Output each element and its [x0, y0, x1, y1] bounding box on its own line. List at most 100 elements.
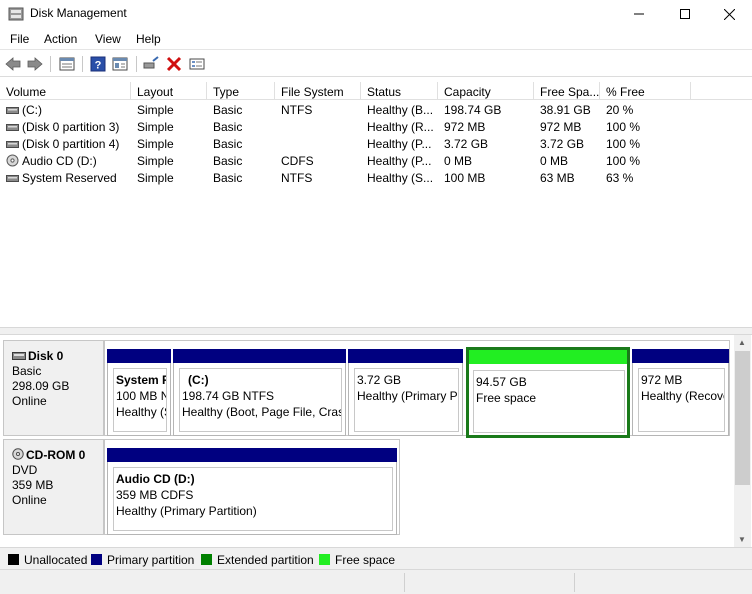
disk-name: CD-ROM 0: [26, 448, 86, 462]
primary-partition-bar: [173, 349, 346, 363]
disk-0-partitions: System R 100 MB N Healthy (S (C:) 198.74…: [104, 340, 730, 438]
table-row[interactable]: System Reserved Simple Basic NTFS Health…: [0, 170, 752, 187]
menu-action[interactable]: Action: [44, 32, 77, 46]
partition-audio-cd[interactable]: Audio CD (D:) 359 MB CDFS Healthy (Prima…: [107, 448, 397, 535]
partition-disk-0-partition-4[interactable]: 3.72 GB Healthy (Primary Pa: [348, 349, 463, 436]
file-system-cell: NTFS: [281, 171, 313, 185]
drive-icon: [6, 141, 19, 148]
type-cell: Basic: [213, 154, 243, 168]
connect-icon[interactable]: [142, 55, 160, 73]
partition-c[interactable]: (C:) 198.74 GB NTFS Healthy (Boot, Page …: [173, 349, 346, 436]
status-cell: Healthy (S...: [367, 171, 434, 185]
partition-status: Healthy (Recove: [641, 389, 725, 403]
menu-view[interactable]: View: [95, 32, 121, 46]
properties-icon[interactable]: [111, 55, 129, 73]
free-space-cell: 63 MB: [540, 171, 575, 185]
layout-cell: Simple: [137, 103, 174, 117]
disk-0-label[interactable]: Disk 0 Basic 298.09 GB Online: [3, 340, 104, 436]
capacity-cell: 198.74 GB: [444, 103, 502, 117]
drive-icon: [6, 124, 19, 131]
partition-free-space-selected[interactable]: 94.57 GB Free space: [466, 347, 630, 438]
status-pane: [404, 573, 574, 592]
capacity-cell: 100 MB: [444, 171, 486, 185]
partition-label: Audio CD (D:): [116, 472, 195, 486]
disk-type: DVD: [12, 463, 38, 477]
legend-extended-partition: Extended partition: [201, 553, 314, 567]
column-header-status[interactable]: Status: [361, 82, 438, 100]
cd-rom-0-label[interactable]: CD-ROM 0 DVD 359 MB Online: [3, 439, 104, 535]
volume-name: (Disk 0 partition 3): [22, 120, 120, 134]
disk-type: Basic: [12, 364, 42, 378]
list-view-icon[interactable]: [58, 55, 76, 73]
status-bar: [0, 569, 752, 594]
column-header-percent-free[interactable]: % Free: [600, 82, 691, 100]
column-header-capacity[interactable]: Capacity: [438, 82, 534, 100]
format-icon[interactable]: [188, 55, 206, 73]
table-row[interactable]: (Disk 0 partition 3) Simple Basic Health…: [0, 119, 752, 136]
volume-name: (Disk 0 partition 4): [22, 137, 120, 151]
svg-text:?: ?: [95, 60, 102, 72]
partition-size: 3.72 GB: [357, 373, 402, 387]
back-arrow-icon[interactable]: [4, 55, 22, 73]
menu-help[interactable]: Help: [136, 32, 161, 46]
status-cell: Healthy (R...: [367, 120, 434, 134]
percent-free-cell: 63 %: [606, 171, 634, 185]
legend-free-space: Free space: [319, 553, 395, 567]
partition-system-reserved[interactable]: System R 100 MB N Healthy (S: [107, 349, 171, 436]
percent-free-cell: 100 %: [606, 120, 641, 134]
partition-size: 972 MB: [641, 373, 683, 387]
disk-size: 359 MB: [12, 478, 54, 492]
partition-status: Free space: [476, 391, 537, 405]
partition-status: Healthy (S: [116, 405, 167, 419]
file-system-cell: NTFS: [281, 103, 313, 117]
capacity-cell: 0 MB: [444, 154, 473, 168]
column-header-free-space[interactable]: Free Spa...: [534, 82, 600, 100]
disk-view-scrollbar[interactable]: ▲ ▼: [734, 335, 751, 547]
volume-name: (C:): [22, 103, 42, 117]
scroll-down-icon[interactable]: ▼: [738, 535, 746, 544]
toolbar: ?: [0, 51, 752, 77]
forward-arrow-icon[interactable]: [26, 55, 44, 73]
cd-rom-icon: [12, 448, 24, 460]
capacity-cell: 972 MB: [444, 120, 486, 134]
disk-size: 298.09 GB: [12, 379, 70, 393]
type-cell: Basic: [213, 137, 243, 151]
delete-icon[interactable]: [165, 55, 183, 73]
scrollbar-thumb[interactable]: [735, 351, 750, 485]
help-icon[interactable]: ?: [89, 55, 107, 73]
legend-unallocated: Unallocated: [8, 553, 87, 567]
minimize-button[interactable]: [616, 0, 662, 28]
table-row[interactable]: Audio CD (D:) Simple Basic CDFS Healthy …: [0, 153, 752, 170]
percent-free-cell: 100 %: [606, 154, 641, 168]
maximize-button[interactable]: [662, 0, 708, 28]
file-system-cell: CDFS: [281, 154, 314, 168]
partition-label: System R: [116, 373, 167, 387]
close-button[interactable]: [706, 0, 752, 28]
column-header-file-system[interactable]: File System: [275, 82, 361, 100]
disk-name: Disk 0: [28, 349, 64, 363]
extended-partition-swatch: [201, 554, 212, 565]
menu-file[interactable]: File: [10, 32, 29, 46]
table-row[interactable]: (Disk 0 partition 4) Simple Basic Health…: [0, 136, 752, 153]
partition-size: 100 MB N: [116, 389, 167, 403]
pane-splitter[interactable]: [0, 327, 752, 335]
free-space-cell: 3.72 GB: [540, 137, 585, 151]
partition-disk-0-partition-3[interactable]: 972 MB Healthy (Recove: [632, 349, 729, 436]
close-icon: [723, 8, 735, 20]
column-header-layout[interactable]: Layout: [131, 82, 207, 100]
free-space-cell: 38.91 GB: [540, 103, 591, 117]
column-header-type[interactable]: Type: [207, 82, 275, 100]
volume-list: Volume Layout Type File System Status Ca…: [0, 82, 752, 327]
free-space-bar: [469, 350, 627, 364]
table-row[interactable]: (C:) Simple Basic NTFS Healthy (B... 198…: [0, 102, 752, 119]
scroll-up-icon[interactable]: ▲: [738, 338, 746, 347]
percent-free-cell: 20 %: [606, 103, 634, 117]
layout-cell: Simple: [137, 137, 174, 151]
volume-name: System Reserved: [22, 171, 117, 185]
drive-icon: [6, 107, 19, 114]
disk-management-app-icon: [8, 7, 24, 21]
column-header-volume[interactable]: Volume: [0, 82, 131, 100]
drive-icon: [6, 175, 19, 182]
cd-icon: [6, 154, 19, 167]
partition-size: 94.57 GB: [476, 375, 527, 389]
